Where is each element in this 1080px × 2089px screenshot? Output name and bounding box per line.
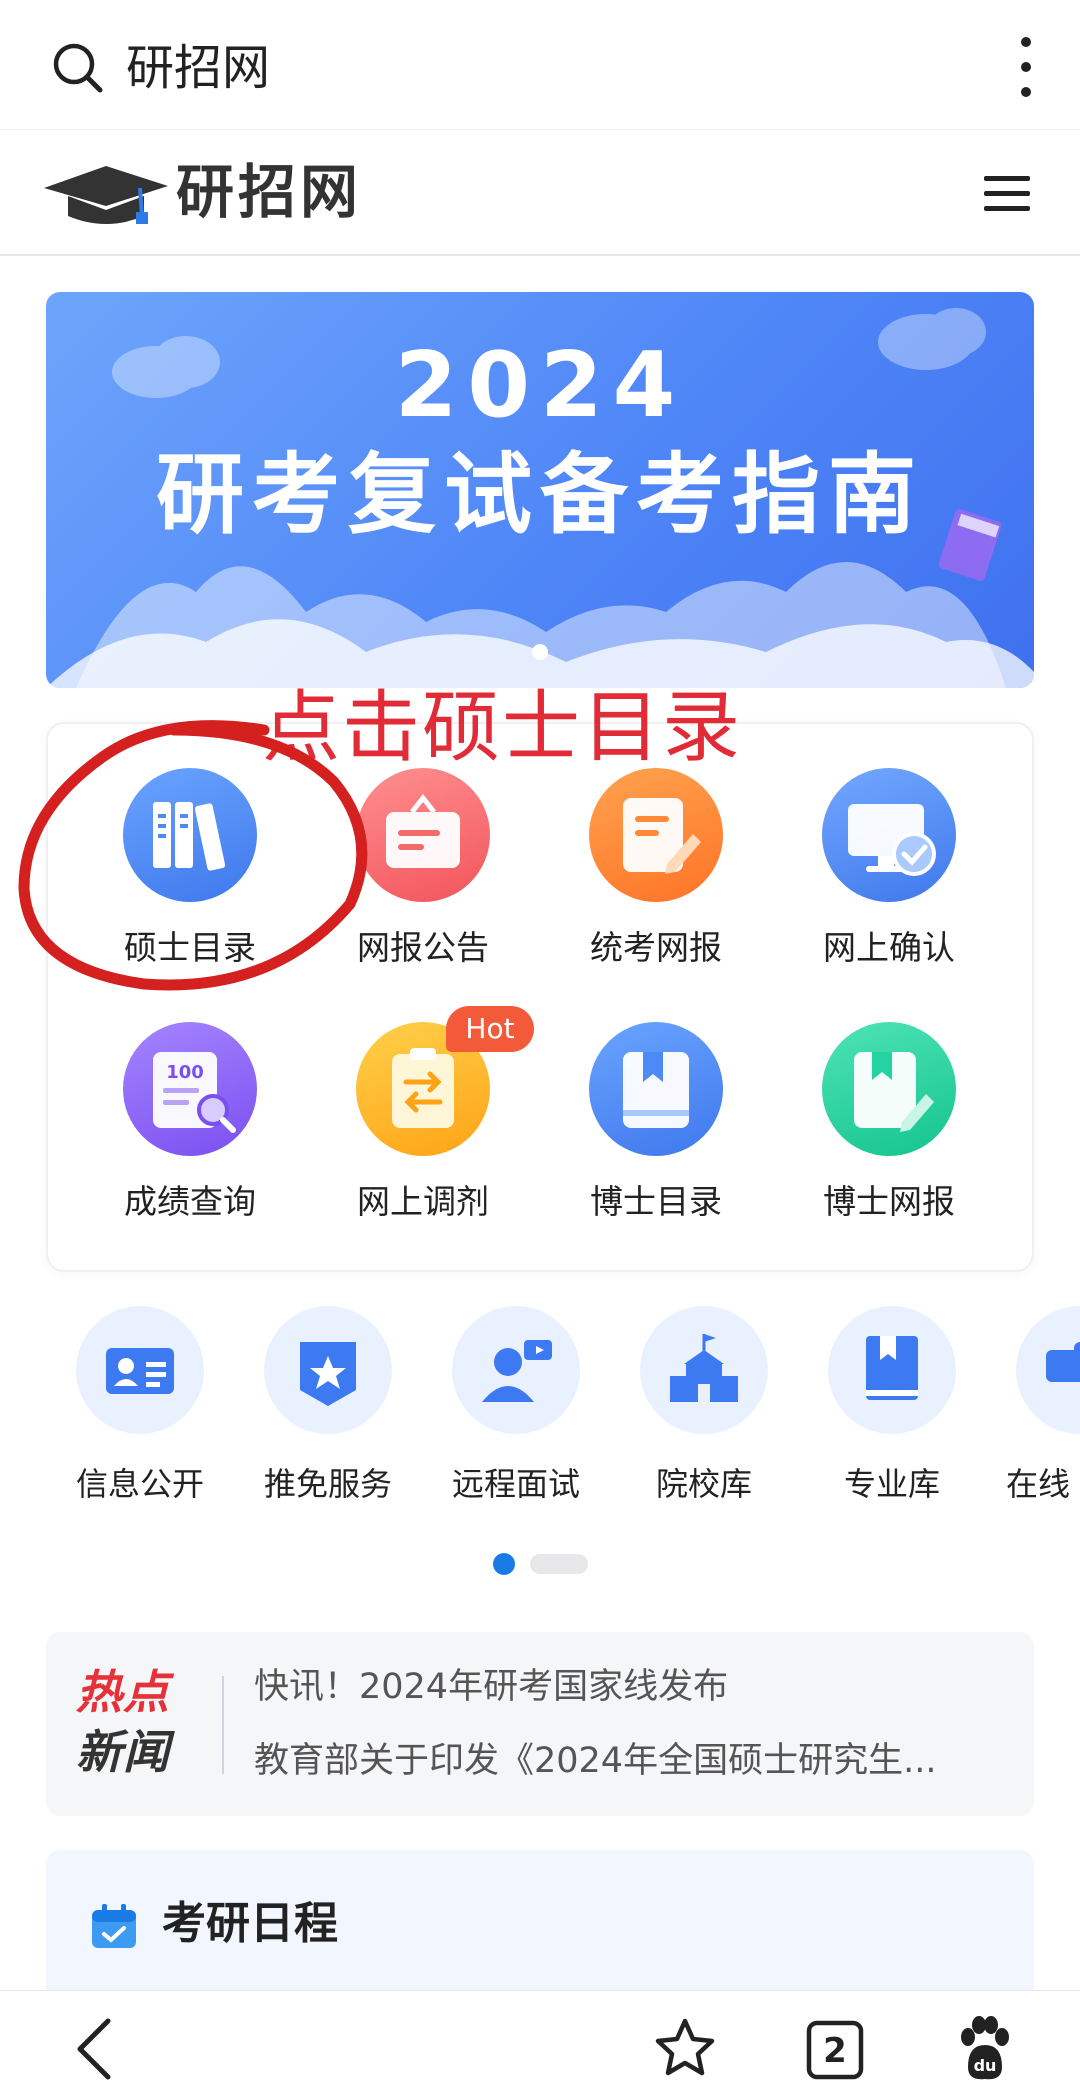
- tabs-button[interactable]: 2: [804, 1991, 866, 2089]
- grid-item-label: 网上确认: [823, 928, 955, 967]
- bookmark-star-icon[interactable]: [652, 1991, 718, 2089]
- calendar-icon: [92, 1904, 136, 1948]
- svg-text:100: 100: [166, 1062, 204, 1083]
- id-card-icon: [106, 1348, 174, 1394]
- grid-item-online-confirmation[interactable]: 网上确认: [785, 768, 985, 988]
- notice-board-icon: [386, 793, 460, 868]
- hot-news-badge-line1: 热点: [76, 1665, 170, 1719]
- grid-item-doctoral-registration[interactable]: 博士网报: [785, 1022, 985, 1242]
- service-pager[interactable]: [492, 1552, 592, 1576]
- exam-schedule-section: 考研日程: [46, 1850, 1034, 2010]
- banner-page-indicator: [532, 644, 548, 660]
- grid-item-label: 网上调剂: [357, 1182, 489, 1221]
- annotation-circle: [18, 720, 368, 991]
- computer-check-icon: [848, 804, 936, 876]
- major-book-icon: [866, 1336, 918, 1400]
- grid-item-online-transfer[interactable]: 网上调剂: [319, 1022, 519, 1242]
- pager-dot-active: [493, 1553, 515, 1575]
- tab-count: 2: [823, 2031, 847, 2071]
- grid-item-doctoral-catalog[interactable]: 博士目录: [552, 1022, 752, 1242]
- browser-bottom-nav: 2 du: [0, 1990, 1080, 2089]
- graduation-cap-icon: [44, 166, 168, 224]
- service-item-major-library[interactable]: 专业库: [798, 1300, 986, 1520]
- banner-year: 2024: [394, 333, 686, 438]
- hot-news-card: 热点 新闻 快讯！2024年研考国家线发布 教育部关于印发《2024年全国硕士研…: [46, 1632, 1034, 1816]
- service-item-label: 在线: [1006, 1465, 1071, 1503]
- hot-news-badge-line2: 新闻: [76, 1725, 170, 1779]
- grid-item-label: 博士网报: [823, 1182, 955, 1221]
- service-item-online[interactable]: 在线: [986, 1300, 1080, 1520]
- back-arrow-icon[interactable]: [70, 1991, 120, 2089]
- service-item-school-library[interactable]: 院校库: [610, 1300, 798, 1520]
- news-item[interactable]: 教育部关于印发《2024年全国硕士研究生...: [254, 1736, 1014, 1786]
- schedule-title: 考研日程: [162, 1898, 338, 1949]
- score-search-icon: 100: [153, 1052, 236, 1133]
- hot-badge: Hot: [446, 1006, 534, 1052]
- svg-text:du: du: [974, 2056, 997, 2075]
- service-item-remote-interview[interactable]: 远程面试: [422, 1300, 610, 1520]
- grid-item-score-query[interactable]: 100 成绩查询: [86, 1022, 286, 1242]
- service-item-recommendation[interactable]: 推免服务: [234, 1300, 422, 1520]
- grid-item-label: 博士目录: [590, 1182, 722, 1221]
- grid-item-unified-exam-registration[interactable]: 统考网报: [552, 768, 752, 988]
- chat-icon: [1046, 1342, 1080, 1382]
- search-query-text[interactable]: 研招网: [126, 36, 270, 100]
- browser-search-bar[interactable]: 研招网: [0, 0, 1080, 130]
- grid-item-label: 统考网报: [590, 928, 722, 967]
- more-options-icon[interactable]: [1000, 34, 1052, 100]
- book-icon: [623, 1052, 689, 1128]
- service-item-label: 专业库: [843, 1465, 940, 1503]
- paw-icon[interactable]: du: [954, 1991, 1014, 2089]
- pager-dot-inactive: [530, 1554, 588, 1574]
- site-header: 研招网: [0, 130, 1080, 256]
- school-icon: [670, 1334, 738, 1402]
- search-icon[interactable]: [52, 42, 104, 94]
- book-edit-icon: [854, 1052, 934, 1132]
- star-badge-icon: [300, 1342, 356, 1406]
- service-item-info-disclosure[interactable]: 信息公开: [46, 1300, 234, 1520]
- divider: [222, 1676, 224, 1774]
- grid-item-label: 成绩查询: [124, 1182, 256, 1221]
- site-logo-text[interactable]: 研招网: [176, 154, 362, 230]
- video-interview-icon: [482, 1340, 552, 1402]
- edit-document-icon: [623, 798, 701, 874]
- promo-banner[interactable]: 2024 研考复试备考指南: [46, 292, 1034, 688]
- service-row: 信息公开 推免服务 远程面试 院校库 专业库 在线: [0, 1300, 1080, 1540]
- news-item[interactable]: 快讯！2024年研考国家线发布: [254, 1662, 1014, 1712]
- hot-news-badge: 热点 新闻: [76, 1664, 204, 1784]
- banner-title: 研考复试备考指南: [155, 443, 924, 546]
- menu-icon[interactable]: [982, 174, 1032, 214]
